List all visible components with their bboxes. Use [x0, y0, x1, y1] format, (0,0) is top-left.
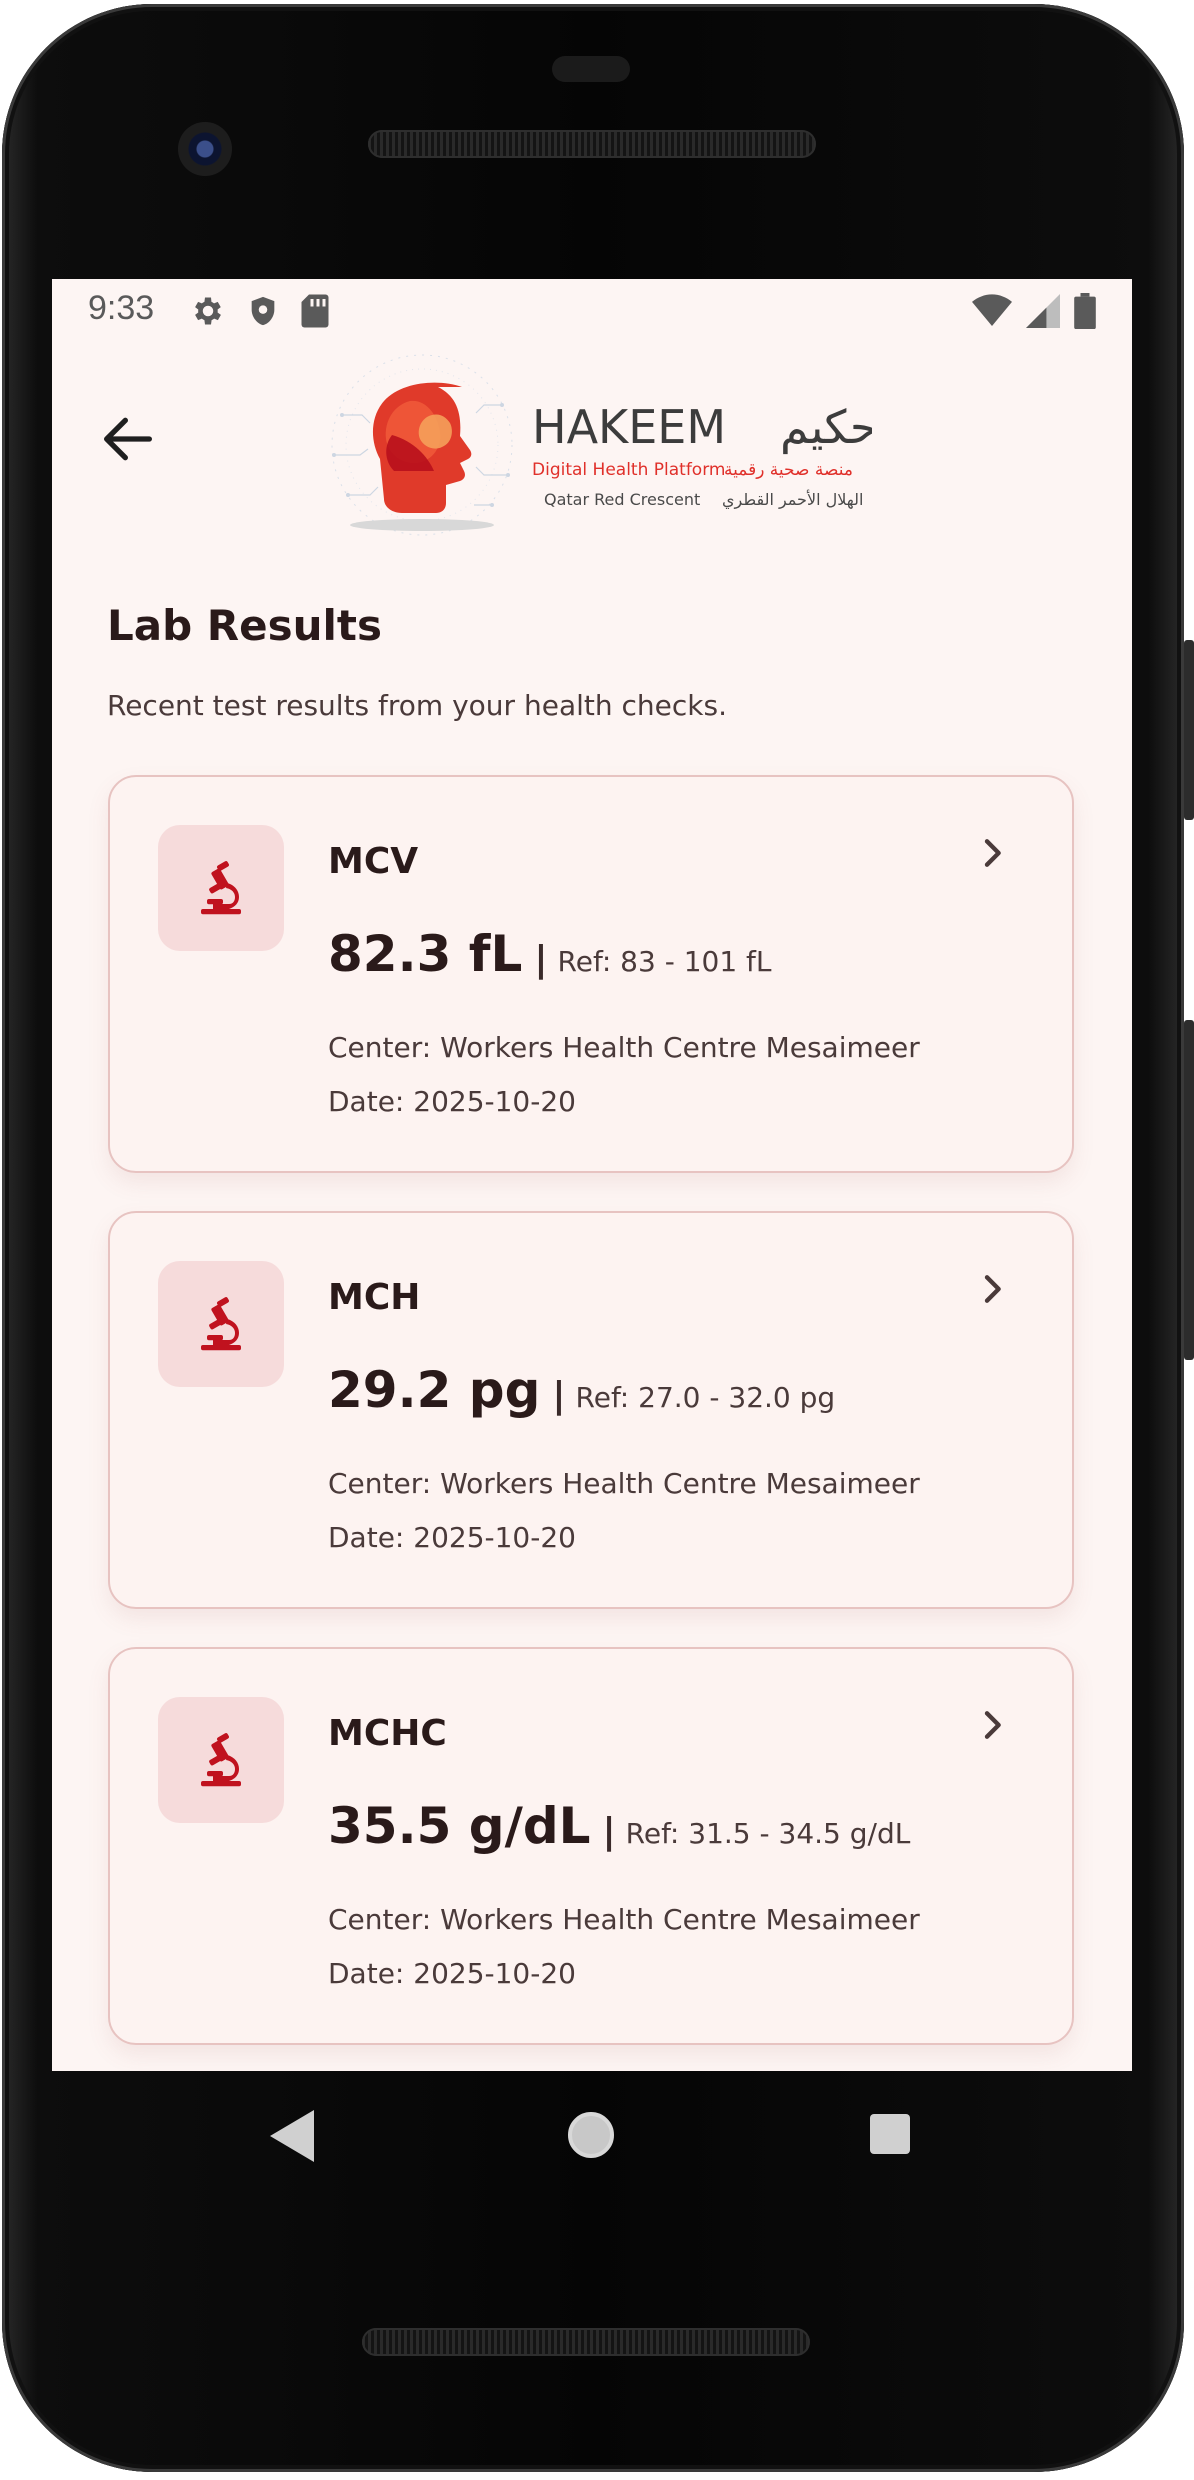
power-button: [1184, 640, 1194, 820]
logo-tagline-en: Digital Health Platform: [532, 460, 725, 480]
volume-button: [1184, 1020, 1194, 1360]
nav-recents-button[interactable]: [870, 2114, 910, 2154]
nav-back-icon: [270, 2110, 314, 2162]
logo-head-shapes: [350, 382, 494, 531]
lab-result-card-mcv[interactable]: MCV 82.3 fL | Ref: 83 - 101 fL Center: W…: [108, 775, 1074, 1173]
status-bar: 9:33: [52, 279, 1132, 345]
result-date: Date: 2025-10-20: [328, 1085, 576, 1118]
result-name: MCV: [328, 841, 419, 882]
microscope-icon: [201, 1733, 241, 1787]
result-value: 35.5 g/dL: [328, 1797, 591, 1855]
result-center: Center: Workers Health Centre Mesaimeer: [328, 1903, 920, 1936]
result-icon-box: [158, 1261, 284, 1387]
microscope-icon: [201, 1297, 241, 1351]
result-date: Date: 2025-10-20: [328, 1521, 576, 1554]
result-value-row: 35.5 g/dL | Ref: 31.5 - 34.5 g/dL: [328, 1797, 910, 1855]
sd-card-icon: [301, 294, 329, 328]
result-name: MCH: [328, 1277, 421, 1318]
wifi-icon: [972, 294, 1012, 326]
nav-home-icon: [568, 2112, 614, 2158]
battery-icon: [1074, 293, 1096, 329]
result-reference-range: Ref: 83 - 101 fL: [557, 945, 772, 978]
back-button[interactable]: [96, 407, 160, 471]
result-value: 29.2 pg: [328, 1361, 541, 1419]
result-center: Center: Workers Health Centre Mesaimeer: [328, 1031, 920, 1064]
result-separator: |: [552, 1375, 566, 1416]
status-icons-left: [190, 293, 330, 329]
earpiece: [552, 56, 630, 82]
logo-org-en: Qatar Red Crescent: [544, 490, 700, 509]
front-camera: [178, 122, 232, 176]
logo-name-en: HAKEEM: [532, 400, 726, 454]
signal-icon: [1026, 294, 1060, 328]
lab-result-card-mch[interactable]: MCH 29.2 pg | Ref: 27.0 - 32.0 pg Center…: [108, 1211, 1074, 1609]
result-center: Center: Workers Health Centre Mesaimeer: [328, 1467, 920, 1500]
app-screen: 9:33 HAKEEM حكيم Digital Health Platform…: [52, 279, 1132, 2071]
microscope-icon: [201, 861, 241, 915]
status-time: 9:33: [88, 289, 155, 327]
nav-home-button[interactable]: [566, 2110, 616, 2160]
result-date: Date: 2025-10-20: [328, 1957, 576, 1990]
result-icon-box: [158, 825, 284, 951]
result-icon-box: [158, 1697, 284, 1823]
result-reference-range: Ref: 31.5 - 34.5 g/dL: [625, 1817, 911, 1850]
arrow-left-icon: [104, 417, 152, 461]
hakeem-logo: HAKEEM حكيم Digital Health Platform منصة…: [312, 345, 878, 545]
nav-back-button[interactable]: [270, 2110, 314, 2162]
page-title: Lab Results: [107, 601, 382, 650]
lab-result-card-mchc[interactable]: MCHC 35.5 g/dL | Ref: 31.5 - 34.5 g/dL C…: [108, 1647, 1074, 2045]
status-icons-right: [972, 293, 1096, 329]
chevron-right-icon[interactable]: [972, 1269, 1012, 1309]
logo-tagline-ar: منصة صحية رقمية: [724, 460, 853, 480]
result-separator: |: [534, 939, 548, 980]
result-value: 82.3 fL: [328, 925, 523, 983]
result-value-row: 82.3 fL | Ref: 83 - 101 fL: [328, 925, 772, 983]
shield-icon: [251, 296, 275, 326]
result-reference-range: Ref: 27.0 - 32.0 pg: [575, 1381, 836, 1414]
bottom-speaker: [362, 2328, 810, 2356]
logo-name-ar: حكيم: [780, 400, 872, 454]
result-separator: |: [602, 1811, 616, 1852]
page-subtitle: Recent test results from your health che…: [107, 689, 727, 722]
chevron-right-icon[interactable]: [972, 833, 1012, 873]
result-name: MCHC: [328, 1713, 447, 1754]
device-frame: 9:33 HAKEEM حكيم Digital Health Platform…: [0, 0, 1194, 2480]
top-speaker: [368, 130, 816, 158]
result-value-row: 29.2 pg | Ref: 27.0 - 32.0 pg: [328, 1361, 835, 1419]
chevron-right-icon[interactable]: [972, 1705, 1012, 1745]
nav-recents-icon: [870, 2114, 910, 2154]
gear-icon: [195, 297, 221, 325]
logo-org-ar: الهلال الأحمر القطري: [722, 489, 863, 510]
